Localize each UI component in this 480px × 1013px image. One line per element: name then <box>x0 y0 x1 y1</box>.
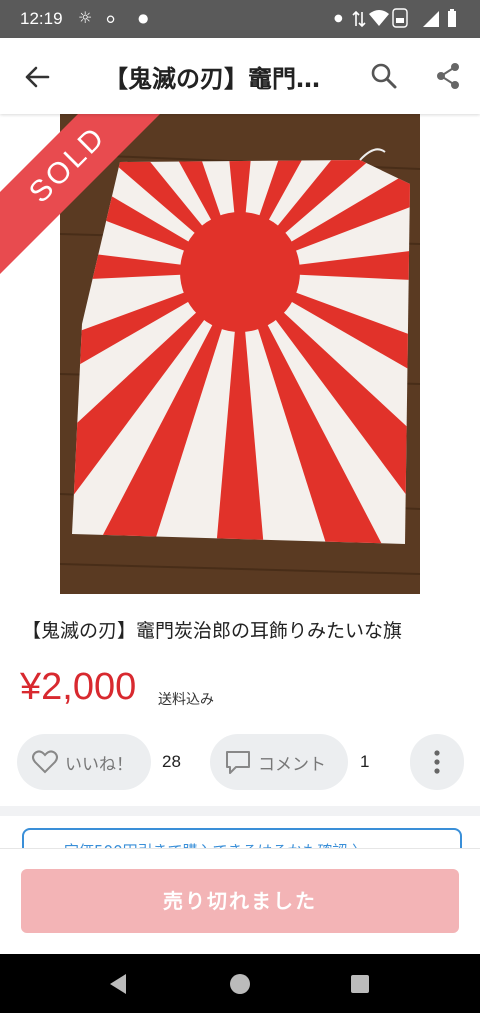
nav-back-icon[interactable] <box>108 973 128 995</box>
data-arrows-icon <box>352 10 366 28</box>
comment-icon <box>226 751 250 774</box>
item-photo <box>60 114 420 594</box>
like-button[interactable]: いいね！ <box>17 734 151 790</box>
notification-dot-icon: ● <box>334 13 343 24</box>
app-notification-icon: ߋ <box>106 8 116 27</box>
bottom-action-bar: 売り切れました <box>0 848 480 955</box>
signal-icon <box>423 11 439 27</box>
section-divider <box>0 806 480 816</box>
sold-out-button[interactable]: 売り切れました <box>21 869 459 933</box>
status-bar: 12:19 ☼ ߋ ● ● <box>0 0 480 38</box>
system-nav-bar <box>0 954 480 1013</box>
nav-recents-icon[interactable] <box>350 974 370 994</box>
like-count: 28 <box>162 752 181 771</box>
comment-label: コメント <box>258 755 326 775</box>
shipping-label: 送料込み <box>158 692 214 708</box>
search-icon[interactable] <box>370 62 398 90</box>
notification-dot-icon: ● <box>138 11 149 25</box>
item-photo-area[interactable]: SOLD <box>0 114 480 594</box>
brightness-icon: ☼ <box>78 8 93 27</box>
status-time: 12:19 <box>20 9 63 28</box>
like-label: いいね！ <box>65 755 133 775</box>
volte-icon <box>392 8 408 28</box>
battery-icon <box>448 9 456 27</box>
nav-home-icon[interactable] <box>229 973 251 995</box>
item-price: ¥2,000 <box>20 666 137 708</box>
comment-count: 1 <box>360 752 370 771</box>
item-title: 【鬼滅の刃】竈門炭治郎の耳飾りみたいな旗 <box>22 620 403 642</box>
back-arrow-icon[interactable] <box>22 62 52 92</box>
heart-icon <box>32 750 58 774</box>
wifi-icon <box>369 10 389 26</box>
app-bar: 【鬼滅の刃】竈門… <box>0 38 480 114</box>
page-title: 【鬼滅の刃】竈門… <box>104 65 320 93</box>
more-vertical-icon <box>434 750 440 774</box>
more-options-button[interactable] <box>410 734 464 790</box>
share-icon[interactable] <box>434 62 462 90</box>
comment-button[interactable]: コメント <box>210 734 348 790</box>
